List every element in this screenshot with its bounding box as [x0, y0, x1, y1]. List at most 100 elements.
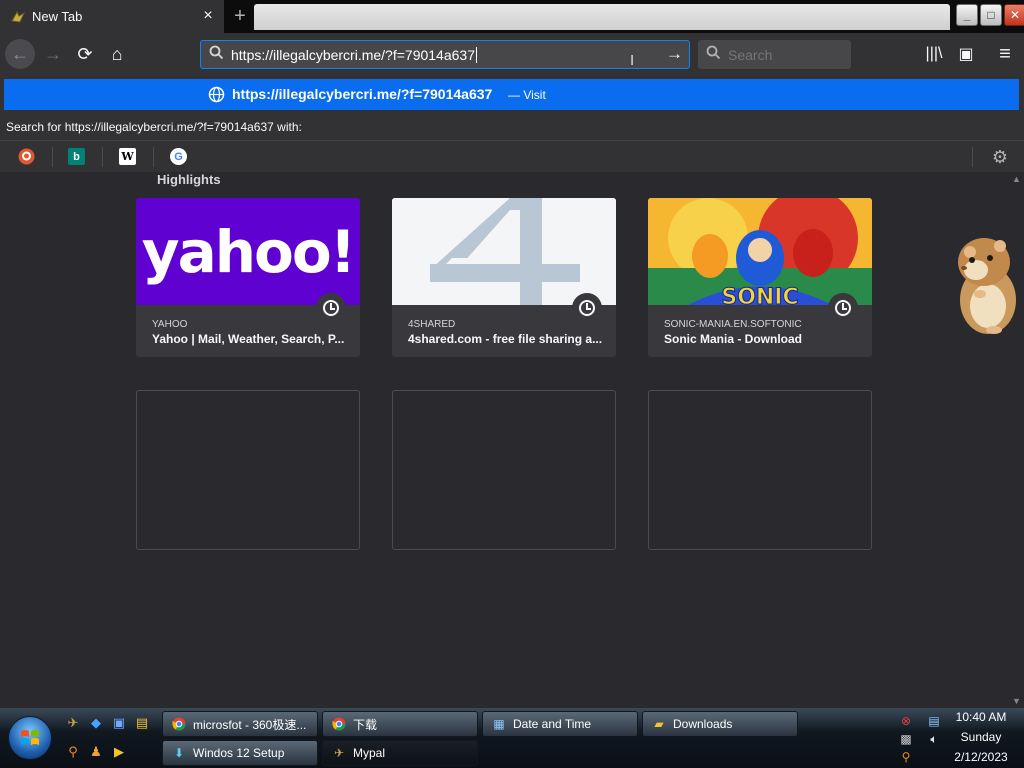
back-button[interactable]: ←: [5, 39, 35, 69]
chrome-icon: [331, 716, 347, 732]
taskbar-button-date-time[interactable]: ▦ Date and Time: [482, 711, 638, 737]
mouse-cursor-ibeam: I: [630, 52, 635, 69]
taskbar-button-label: Downloads: [673, 717, 733, 731]
separator: [153, 147, 154, 167]
maximize-button[interactable]: □: [980, 4, 1002, 26]
empty-highlight-slot: [392, 390, 616, 550]
media-quicklaunch-icon[interactable]: ▶: [110, 743, 128, 761]
bing-icon[interactable]: b: [68, 148, 85, 165]
card-host: SONIC-MANIA.EN.SOFTONIC: [664, 319, 802, 330]
new-tab-page: Highlights yahoo! YAHOO Yahoo | Mail, We…: [0, 172, 1024, 708]
user-quicklaunch-icon[interactable]: ♟: [87, 743, 105, 761]
autocomplete-row-visit[interactable]: https://illegalcybercri.me/?f=79014a637 …: [4, 79, 1019, 110]
highlight-card-sonic[interactable]: SONIC SONIC-MANIA.EN.SOFTONIC Sonic Mani…: [648, 198, 872, 357]
one-off-search-engines: b W G ⚙: [0, 140, 1024, 172]
scroll-up-arrow-icon[interactable]: ▲: [1012, 174, 1021, 184]
highlight-card-4shared[interactable]: 4SHARED 4shared.com - free file sharing …: [392, 198, 616, 357]
tab-title: New Tab: [32, 9, 83, 24]
globe-icon: [208, 86, 225, 103]
highlights-heading: Highlights: [157, 172, 221, 187]
scroll-down-arrow-icon[interactable]: ▼: [1012, 696, 1021, 706]
visit-label: Visit: [523, 88, 546, 102]
home-button[interactable]: ⌂: [102, 39, 132, 69]
highlight-card-yahoo[interactable]: yahoo! YAHOO Yahoo | Mail, Weather, Sear…: [136, 198, 360, 357]
folder-icon: ▰: [654, 717, 664, 731]
empty-highlight-slot: [136, 390, 360, 550]
wikipedia-icon[interactable]: W: [119, 148, 136, 165]
reload-button[interactable]: ⟳: [70, 39, 100, 69]
gear-icon[interactable]: ⚙: [992, 147, 1008, 168]
clock-time: 10:40 AM: [955, 710, 1007, 724]
close-tab-icon[interactable]: ×: [200, 8, 216, 24]
window-controls: _ □ ✕: [954, 4, 1024, 28]
security-alert-icon[interactable]: ⊗: [898, 713, 914, 729]
duckduckgo-icon[interactable]: [18, 148, 35, 165]
go-arrow-icon[interactable]: →: [666, 44, 683, 64]
new-tab-button[interactable]: +: [228, 5, 252, 27]
clock-date: 2/12/2023: [954, 750, 1008, 764]
forward-button[interactable]: →: [38, 39, 68, 69]
sidebar-icon[interactable]: ▣: [951, 39, 981, 69]
separator: [102, 147, 103, 167]
system-clock[interactable]: 10:40 AM Sunday 2/12/2023: [946, 708, 1016, 768]
search-with-label: Search for https://illegalcybercri.me/?f…: [0, 114, 1024, 140]
search-bar[interactable]: [698, 40, 851, 69]
taskbar-button-windos-setup[interactable]: ⬇ Windos 12 Setup: [162, 740, 318, 766]
taskbar-button-label: Windos 12 Setup: [193, 746, 285, 760]
windows-taskbar: ✈ ◆ ▣ ▤ ⚲ ♟ ▶ microsfot - 360极速... 下载 ▦ …: [0, 708, 1024, 768]
autocomplete-separator: —: [508, 88, 520, 102]
card-host: 4SHARED: [408, 319, 456, 330]
qr-tray-icon[interactable]: ▩: [898, 731, 914, 747]
card-thumbnail: [392, 198, 616, 305]
menu-icon[interactable]: ≡: [990, 39, 1020, 69]
minimize-button[interactable]: _: [956, 4, 978, 26]
mypal-icon: ✈: [333, 746, 345, 760]
network-tray-icon[interactable]: ▤: [926, 713, 942, 729]
network-quicklaunch-icon[interactable]: ◆: [87, 714, 105, 732]
card-thumbnail: SONIC: [648, 198, 872, 305]
mypal-icon: [10, 9, 26, 25]
url-bar[interactable]: https://illegalcybercri.me/?f=79014a637 …: [200, 40, 690, 69]
url-input[interactable]: https://illegalcybercri.me/?f=79014a637: [231, 47, 475, 63]
search-icon: [698, 45, 728, 64]
close-window-button[interactable]: ✕: [1004, 4, 1024, 26]
volume-icon[interactable]: 🔈︎: [926, 731, 942, 747]
card-title: Sonic Mania - Download: [664, 332, 803, 346]
taskbar-button-downloads-chinese[interactable]: 下载: [322, 711, 478, 737]
taskbar-button-label: Date and Time: [513, 717, 592, 731]
search-quicklaunch-icon[interactable]: ⚲: [64, 743, 82, 761]
taskbar-button-label: microsfot - 360极速...: [193, 717, 307, 732]
library-icon[interactable]: |||\: [919, 39, 949, 69]
search-input[interactable]: [728, 46, 838, 63]
search-tray-icon[interactable]: ⚲: [898, 749, 914, 765]
control-panel-icon: ▦: [493, 717, 505, 731]
taskbar-button-label: Mypal: [353, 746, 386, 760]
chrome-icon: [171, 716, 187, 732]
empty-highlight-slot: [648, 390, 872, 550]
sonic-logo-text: SONIC: [721, 285, 798, 305]
app-quicklaunch-icon[interactable]: ▤: [133, 714, 151, 732]
taskbar-button-label: 下载: [353, 717, 378, 732]
google-icon[interactable]: G: [170, 148, 187, 165]
card-thumbnail: yahoo!: [136, 198, 360, 305]
hamster-desktop-pet[interactable]: [950, 232, 1020, 336]
clock-day: Sunday: [960, 730, 1002, 744]
text-caret: [475, 46, 477, 63]
tab-new-tab[interactable]: New Tab ×: [0, 0, 224, 33]
screen: New Tab × + _ □ ✕ ← → ⟳ ⌂ https://illega…: [0, 0, 1024, 768]
computer-quicklaunch-icon[interactable]: ▣: [110, 714, 128, 732]
taskbar-button-mypal[interactable]: ✈ Mypal: [322, 740, 478, 766]
navigation-toolbar: ← → ⟳ ⌂ https://illegalcybercri.me/?f=79…: [0, 33, 1024, 74]
separator: [972, 147, 973, 167]
clock-icon: [828, 293, 858, 323]
search-icon: [201, 45, 231, 64]
autocomplete-action: — Visit: [508, 88, 546, 102]
taskbar-button-360-browser[interactable]: microsfot - 360极速...: [162, 711, 318, 737]
start-button[interactable]: [8, 716, 52, 760]
mypal-quicklaunch-icon[interactable]: ✈: [64, 714, 82, 732]
title-bar-empty: [254, 4, 950, 30]
taskbar-button-downloads[interactable]: ▰ Downloads: [642, 711, 798, 737]
clock-icon: [572, 293, 602, 323]
yahoo-logo: yahoo!: [141, 217, 356, 286]
card-title: Yahoo | Mail, Weather, Search, P...: [152, 332, 345, 346]
